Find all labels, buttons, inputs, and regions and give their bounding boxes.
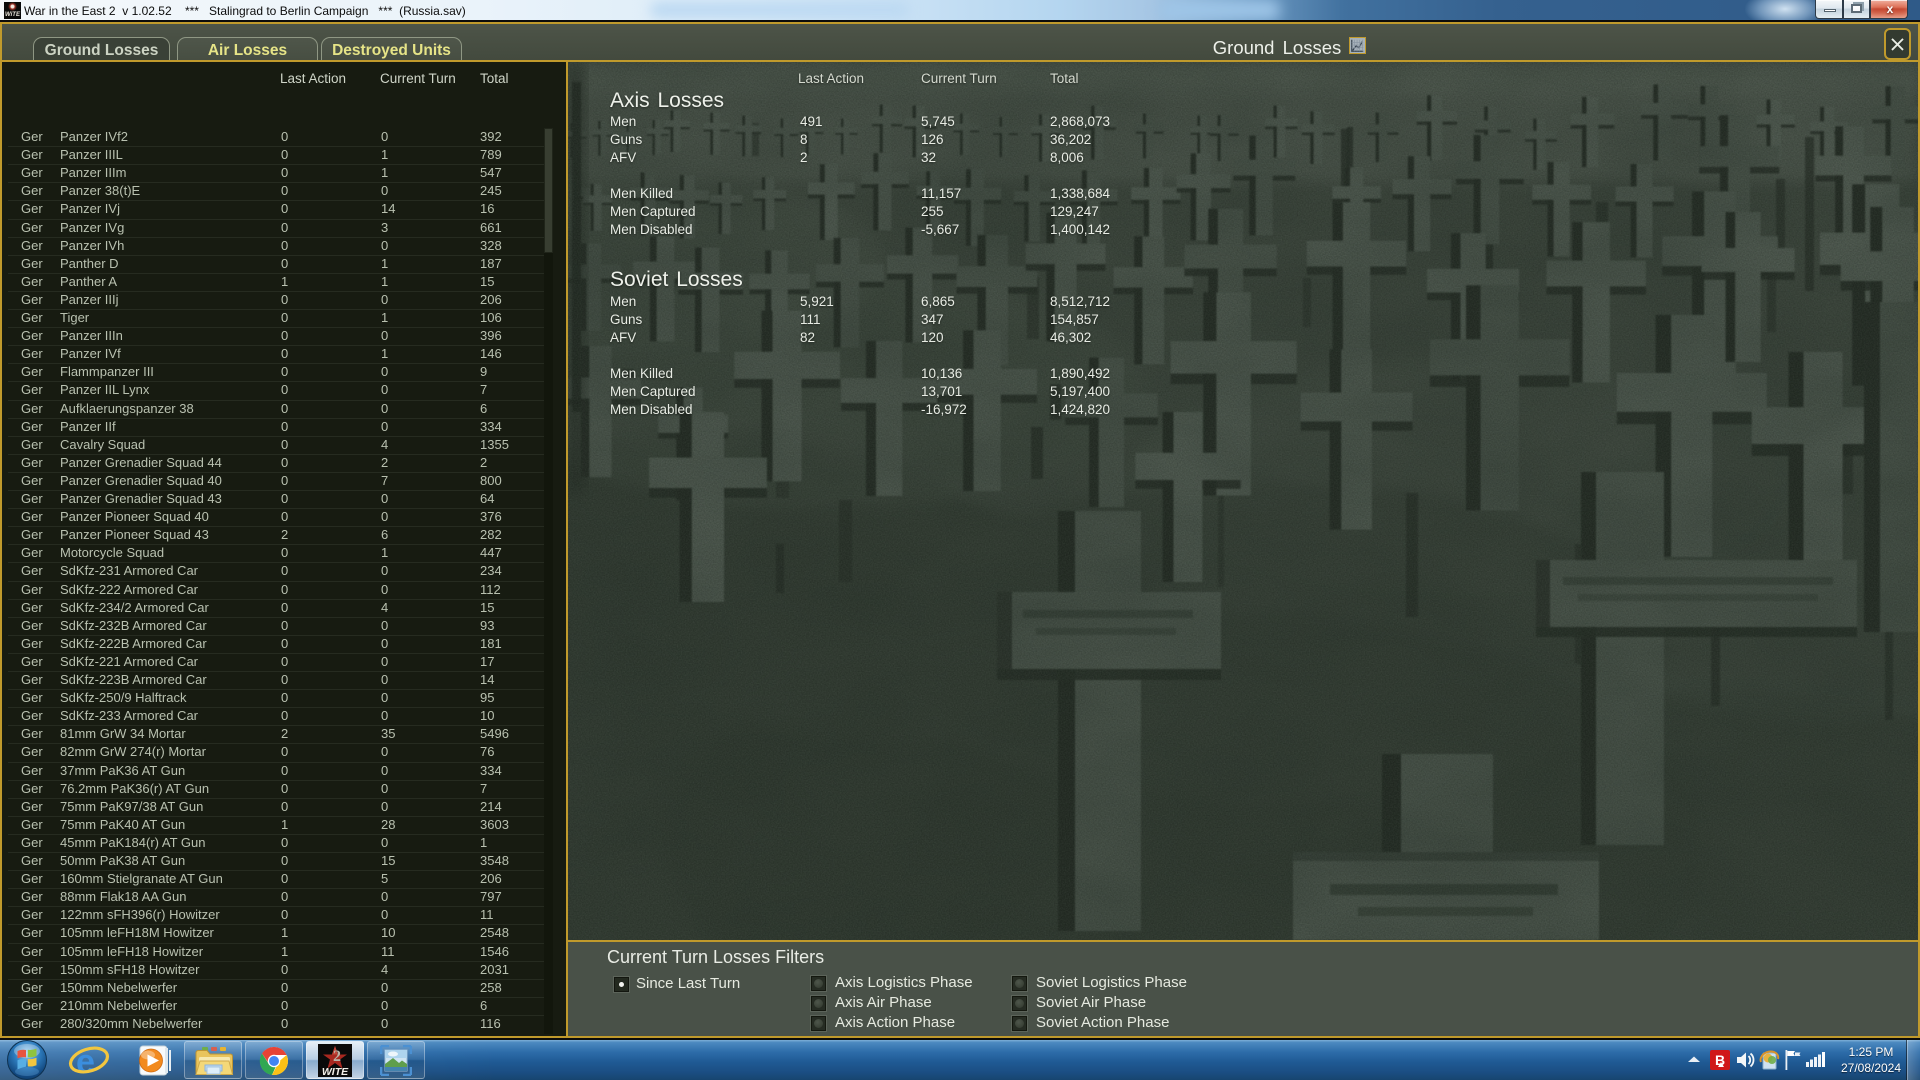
svg-text:WITE: WITE [322, 1066, 349, 1077]
svg-text:2: 2 [333, 1048, 341, 1065]
